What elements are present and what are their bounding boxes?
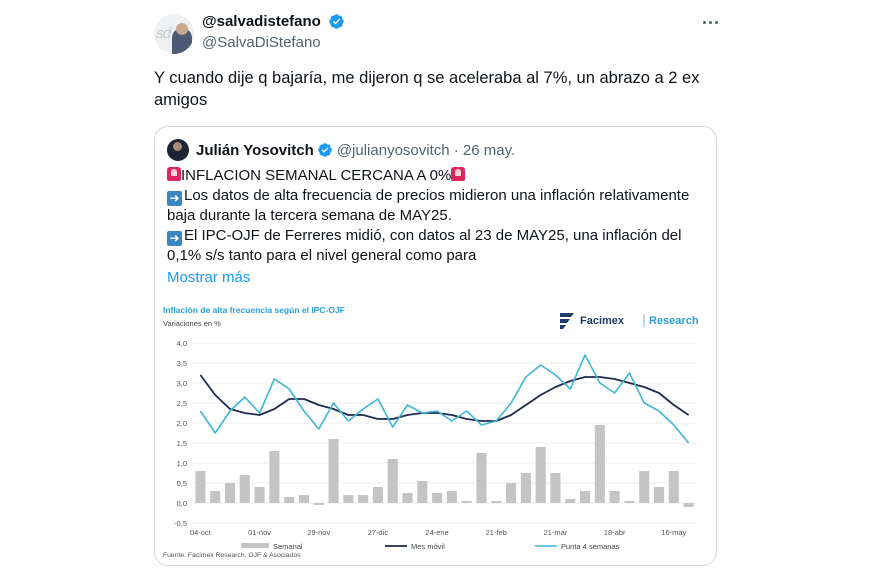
bar-semanal bbox=[476, 453, 487, 503]
quote-line-1-text: INFLACION SEMANAL CERCANA A 0% bbox=[181, 167, 452, 184]
quote-header: Julián Yosovitch @julianyosovitch · 26 m… bbox=[167, 139, 515, 161]
avatar-head bbox=[176, 23, 188, 35]
show-more-link[interactable]: Mostrar más bbox=[167, 268, 712, 288]
bar-semanal bbox=[668, 471, 679, 503]
y-tick-label: 0,0 bbox=[177, 499, 187, 508]
legend-label-semanal: Semanal bbox=[273, 542, 303, 551]
quote-handle-date[interactable]: @julianyosovitch · 26 may. bbox=[337, 142, 515, 159]
bar-semanal bbox=[550, 473, 561, 503]
avatar-initials: sd bbox=[156, 24, 172, 42]
bar-semanal bbox=[461, 501, 472, 503]
legend-label-punta4: Punta 4 semanas bbox=[561, 542, 620, 551]
more-options-icon[interactable] bbox=[698, 12, 722, 32]
bar-semanal bbox=[313, 503, 324, 505]
y-tick-label: 3,0 bbox=[177, 379, 187, 388]
bar-semanal bbox=[535, 447, 546, 503]
y-tick-label: 2,0 bbox=[177, 419, 187, 428]
x-tick-label: 04-oct bbox=[190, 528, 212, 537]
chart-source: Fuente: Facimex Research, OJF & Asociado… bbox=[163, 552, 301, 559]
bar-semanal bbox=[491, 501, 502, 503]
bar-semanal bbox=[387, 459, 398, 503]
y-tick-label: 3,5 bbox=[177, 359, 187, 368]
tweet: sd @salvadistefano @SalvaDiStefano Y cua… bbox=[148, 0, 726, 580]
legend-swatch-semanal bbox=[241, 543, 269, 548]
x-tick-label: 01-nov bbox=[248, 528, 271, 537]
author-handle[interactable]: @SalvaDiStefano bbox=[202, 34, 345, 51]
author-block: @salvadistefano @SalvaDiStefano bbox=[202, 13, 345, 51]
bar-semanal bbox=[402, 493, 413, 503]
bar-semanal bbox=[239, 475, 250, 503]
bar-semanal bbox=[224, 483, 236, 503]
x-tick-label: 24-ene bbox=[425, 528, 448, 537]
siren-icon bbox=[451, 167, 466, 181]
verified-badge-icon bbox=[329, 14, 345, 30]
quote-line-3-text: El IPC-OJF de Ferreres midió, con datos … bbox=[167, 227, 682, 264]
bar-semanal bbox=[639, 471, 650, 503]
quote-verified-badge-icon bbox=[317, 143, 332, 157]
bar-semanal bbox=[594, 425, 605, 503]
bar-semanal bbox=[269, 451, 280, 503]
x-tick-label: 27-dic bbox=[368, 528, 389, 537]
line-punta-4-semanas bbox=[199, 354, 690, 444]
bar-semanal bbox=[195, 471, 206, 503]
x-tick-label: 18-abr bbox=[604, 528, 626, 537]
legend-label-mes-movil: Mes móvil bbox=[411, 542, 445, 551]
x-tick-label: 29-nov bbox=[307, 528, 330, 537]
x-tick-label: 21-mar bbox=[544, 528, 568, 537]
bar-semanal bbox=[565, 499, 576, 503]
quote-author-name[interactable]: Julián Yosovitch bbox=[196, 142, 314, 159]
bar-semanal bbox=[284, 497, 295, 503]
chart-ylabel: Variaciones en % bbox=[163, 319, 221, 328]
bar-semanal bbox=[343, 495, 354, 503]
quote-body: INFLACION SEMANAL CERCANA A 0% ➜ Los dato… bbox=[167, 166, 712, 288]
brand-suffix: Research bbox=[649, 315, 699, 327]
bar-semanal bbox=[358, 495, 369, 503]
bar-semanal bbox=[372, 487, 383, 503]
quoted-tweet[interactable]: Julián Yosovitch @julianyosovitch · 26 m… bbox=[154, 126, 717, 566]
bar-semanal bbox=[624, 501, 635, 503]
quote-line-2-text: Los datos de alta frecuencia de precios … bbox=[167, 187, 690, 224]
y-tick-label: 1,5 bbox=[177, 439, 187, 448]
chart-title: Inflación de alta frecuencia según el IP… bbox=[163, 305, 345, 315]
author-avatar[interactable]: sd bbox=[154, 14, 194, 54]
bar-semanal bbox=[683, 503, 694, 507]
bar-semanal bbox=[520, 473, 531, 503]
bar-semanal bbox=[446, 491, 457, 503]
bar-semanal bbox=[254, 487, 265, 503]
bar-semanal bbox=[506, 483, 517, 503]
siren-icon bbox=[167, 167, 181, 181]
bar-semanal bbox=[432, 493, 443, 503]
bar-semanal bbox=[580, 491, 591, 503]
tweet-text: Y cuando dije q bajaría, me dijeron q se… bbox=[154, 69, 700, 109]
quote-line-2: ➜ Los datos de alta frecuencia de precios… bbox=[167, 186, 712, 226]
y-tick-label: 4,0 bbox=[177, 339, 187, 348]
quote-line-1: INFLACION SEMANAL CERCANA A 0% bbox=[167, 166, 712, 186]
chart-svg: Inflación de alta frecuencia según el IP… bbox=[163, 305, 699, 559]
x-tick-label: 21-feb bbox=[486, 528, 507, 537]
brand-name: Facimex bbox=[580, 315, 625, 327]
quote-line-3: ➜ El IPC-OJF de Ferreres midió, con datos… bbox=[167, 226, 712, 266]
y-tick-label: 2,5 bbox=[177, 399, 187, 408]
inflation-chart: Inflación de alta frecuencia según el IP… bbox=[163, 299, 710, 561]
bar-semanal bbox=[653, 487, 665, 503]
bar-semanal bbox=[328, 439, 339, 503]
bar-semanal bbox=[210, 491, 221, 503]
bar-semanal bbox=[417, 481, 428, 503]
bar-semanal bbox=[609, 491, 620, 503]
bar-semanal bbox=[298, 495, 309, 503]
right-arrow-icon: ➜ bbox=[167, 231, 182, 246]
facimex-logo-icon bbox=[560, 313, 574, 329]
y-tick-label: 0,5 bbox=[177, 479, 187, 488]
x-tick-label: 16-may bbox=[661, 528, 686, 537]
right-arrow-icon: ➜ bbox=[167, 191, 182, 206]
quote-avatar[interactable] bbox=[167, 139, 189, 161]
y-tick-label: -0,5 bbox=[174, 519, 187, 528]
y-tick-label: 1,0 bbox=[177, 459, 187, 468]
author-name[interactable]: @salvadistefano bbox=[202, 13, 321, 30]
